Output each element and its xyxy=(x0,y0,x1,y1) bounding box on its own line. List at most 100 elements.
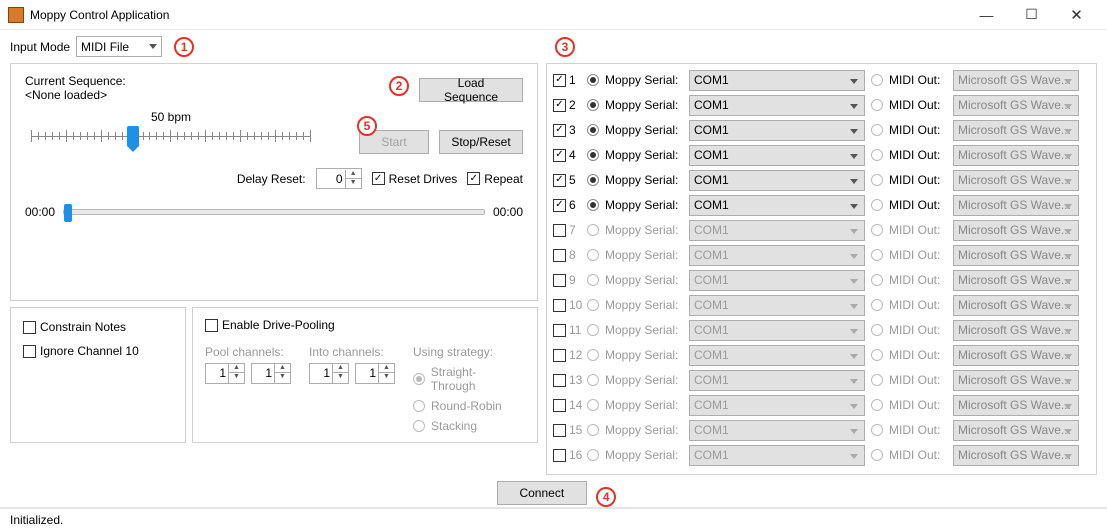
moppy-serial-radio[interactable] xyxy=(587,299,599,311)
com-port-select[interactable]: COM1 xyxy=(689,270,865,291)
moppy-serial-radio[interactable] xyxy=(587,74,599,86)
midi-out-select[interactable]: Microsoft GS Wave... xyxy=(953,145,1079,166)
midi-out-radio[interactable] xyxy=(871,424,883,436)
midi-out-radio[interactable] xyxy=(871,299,883,311)
channel-enable-checkbox[interactable]: ✓ xyxy=(553,74,566,87)
enable-drive-pooling-checkbox[interactable]: Enable Drive-Pooling xyxy=(205,318,335,332)
moppy-serial-radio[interactable] xyxy=(587,274,599,286)
minimize-button[interactable]: — xyxy=(964,1,1009,29)
midi-out-radio[interactable] xyxy=(871,124,883,136)
midi-out-radio[interactable] xyxy=(871,324,883,336)
channel-enable-checkbox[interactable] xyxy=(553,424,566,437)
com-port-select[interactable]: COM1 xyxy=(689,370,865,391)
channel-enable-checkbox[interactable]: ✓ xyxy=(553,174,566,187)
com-port-select[interactable]: COM1 xyxy=(689,95,865,116)
channel-enable-checkbox[interactable] xyxy=(553,274,566,287)
spinner-up-icon[interactable]: ▲ xyxy=(346,170,361,179)
stop-reset-button[interactable]: Stop/Reset xyxy=(439,130,523,154)
maximize-button[interactable]: ☐ xyxy=(1009,1,1054,29)
moppy-serial-radio[interactable] xyxy=(587,324,599,336)
strategy-stacking[interactable]: Stacking xyxy=(413,419,519,433)
channel-enable-checkbox[interactable] xyxy=(553,249,566,262)
channel-enable-checkbox[interactable]: ✓ xyxy=(553,149,566,162)
moppy-serial-radio[interactable] xyxy=(587,424,599,436)
moppy-serial-radio[interactable] xyxy=(587,374,599,386)
midi-out-select[interactable]: Microsoft GS Wave... xyxy=(953,320,1079,341)
playback-progress[interactable] xyxy=(63,209,485,215)
moppy-serial-radio[interactable] xyxy=(587,349,599,361)
channel-enable-checkbox[interactable] xyxy=(553,224,566,237)
moppy-serial-radio[interactable] xyxy=(587,199,599,211)
reset-drives-checkbox[interactable]: ✓ Reset Drives xyxy=(372,172,458,186)
midi-out-select[interactable]: Microsoft GS Wave... xyxy=(953,270,1079,291)
into-from-spinner[interactable]: ▲▼ xyxy=(309,363,349,384)
repeat-checkbox[interactable]: ✓ Repeat xyxy=(467,172,523,186)
moppy-serial-radio[interactable] xyxy=(587,149,599,161)
midi-out-select[interactable]: Microsoft GS Wave... xyxy=(953,195,1079,216)
midi-out-radio[interactable] xyxy=(871,224,883,236)
midi-out-radio[interactable] xyxy=(871,349,883,361)
com-port-select[interactable]: COM1 xyxy=(689,120,865,141)
playback-thumb[interactable] xyxy=(64,204,72,222)
com-port-select[interactable]: COM1 xyxy=(689,345,865,366)
midi-out-select[interactable]: Microsoft GS Wave... xyxy=(953,120,1079,141)
com-port-select[interactable]: COM1 xyxy=(689,245,865,266)
channel-enable-checkbox[interactable]: ✓ xyxy=(553,124,566,137)
moppy-serial-radio[interactable] xyxy=(587,399,599,411)
channel-enable-checkbox[interactable] xyxy=(553,449,566,462)
midi-out-select[interactable]: Microsoft GS Wave... xyxy=(953,395,1079,416)
midi-out-radio[interactable] xyxy=(871,274,883,286)
strategy-straight-through[interactable]: Straight-Through xyxy=(413,365,519,393)
channel-enable-checkbox[interactable] xyxy=(553,399,566,412)
delay-reset-spinner[interactable]: ▲▼ xyxy=(316,168,362,189)
moppy-serial-radio[interactable] xyxy=(587,174,599,186)
moppy-serial-radio[interactable] xyxy=(587,99,599,111)
com-port-select[interactable]: COM1 xyxy=(689,295,865,316)
midi-out-select[interactable]: Microsoft GS Wave... xyxy=(953,95,1079,116)
moppy-serial-radio[interactable] xyxy=(587,449,599,461)
midi-out-select[interactable]: Microsoft GS Wave... xyxy=(953,170,1079,191)
midi-out-radio[interactable] xyxy=(871,449,883,461)
channel-enable-checkbox[interactable]: ✓ xyxy=(553,199,566,212)
com-port-select[interactable]: COM1 xyxy=(689,420,865,441)
connect-button[interactable]: Connect xyxy=(497,481,587,505)
com-port-select[interactable]: COM1 xyxy=(689,220,865,241)
com-port-select[interactable]: COM1 xyxy=(689,145,865,166)
midi-out-radio[interactable] xyxy=(871,399,883,411)
moppy-serial-radio[interactable] xyxy=(587,224,599,236)
midi-out-radio[interactable] xyxy=(871,249,883,261)
midi-out-select[interactable]: Microsoft GS Wave... xyxy=(953,370,1079,391)
strategy-round-robin[interactable]: Round-Robin xyxy=(413,399,519,413)
load-sequence-button[interactable]: Load Sequence xyxy=(419,78,523,102)
midi-out-radio[interactable] xyxy=(871,99,883,111)
channel-enable-checkbox[interactable]: ✓ xyxy=(553,99,566,112)
into-to-spinner[interactable]: ▲▼ xyxy=(355,363,395,384)
midi-out-radio[interactable] xyxy=(871,199,883,211)
com-port-select[interactable]: COM1 xyxy=(689,395,865,416)
channel-enable-checkbox[interactable] xyxy=(553,374,566,387)
spinner-down-icon[interactable]: ▼ xyxy=(346,179,361,188)
moppy-serial-radio[interactable] xyxy=(587,249,599,261)
midi-out-radio[interactable] xyxy=(871,149,883,161)
close-button[interactable]: ✕ xyxy=(1054,1,1099,29)
com-port-select[interactable]: COM1 xyxy=(689,320,865,341)
com-port-select[interactable]: COM1 xyxy=(689,70,865,91)
midi-out-select[interactable]: Microsoft GS Wave... xyxy=(953,220,1079,241)
midi-out-select[interactable]: Microsoft GS Wave... xyxy=(953,245,1079,266)
channel-enable-checkbox[interactable] xyxy=(553,324,566,337)
pool-to-spinner[interactable]: ▲▼ xyxy=(251,363,291,384)
com-port-select[interactable]: COM1 xyxy=(689,195,865,216)
delay-reset-input[interactable] xyxy=(317,169,345,188)
midi-out-select[interactable]: Microsoft GS Wave... xyxy=(953,295,1079,316)
moppy-serial-radio[interactable] xyxy=(587,124,599,136)
channel-enable-checkbox[interactable] xyxy=(553,349,566,362)
midi-out-select[interactable]: Microsoft GS Wave... xyxy=(953,70,1079,91)
bpm-slider-thumb[interactable] xyxy=(127,126,139,146)
midi-out-select[interactable]: Microsoft GS Wave... xyxy=(953,445,1079,466)
constrain-notes-checkbox[interactable]: Constrain Notes xyxy=(23,320,126,334)
ignore-channel-10-checkbox[interactable]: Ignore Channel 10 xyxy=(23,344,139,358)
com-port-select[interactable]: COM1 xyxy=(689,445,865,466)
input-mode-select[interactable]: MIDI File xyxy=(76,36,162,57)
bpm-slider[interactable] xyxy=(31,126,311,154)
midi-out-radio[interactable] xyxy=(871,174,883,186)
